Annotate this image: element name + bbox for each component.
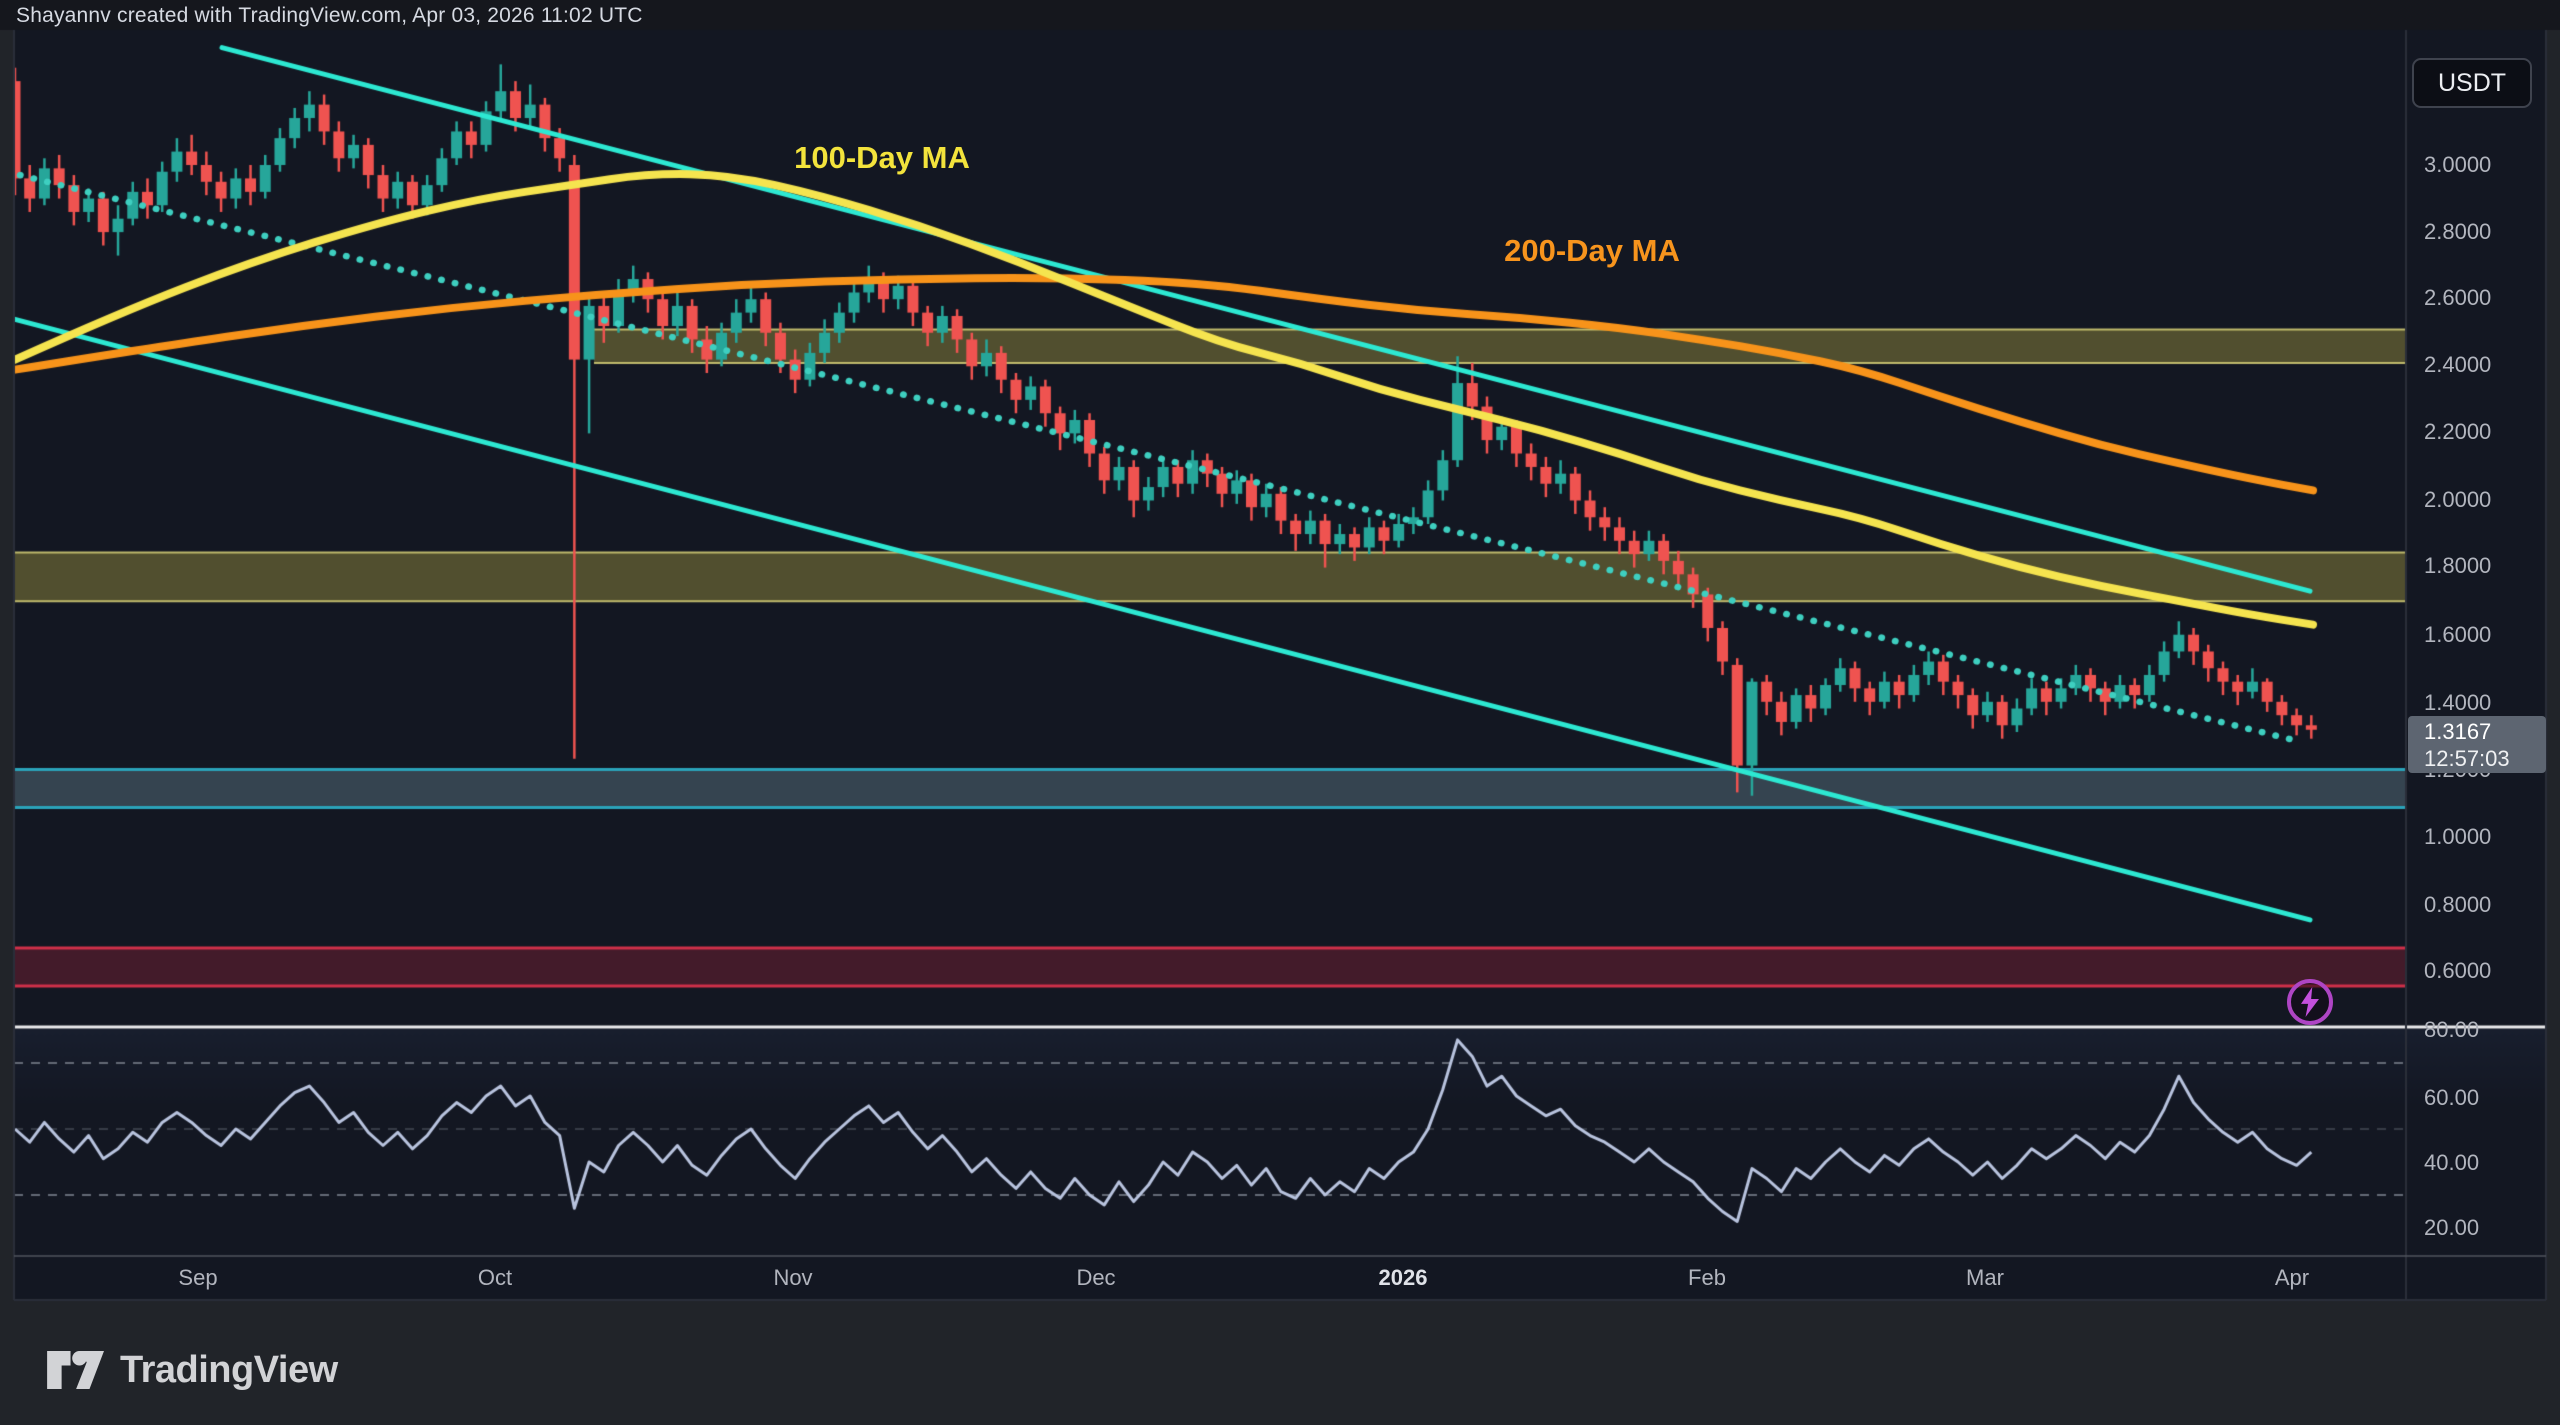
tradingview-chart-window: Shayannv created with TradingView.com, A… <box>0 0 2560 1425</box>
month-tick-label: Dec <box>1076 1265 1115 1291</box>
ma100-annotation: 100-Day MA <box>794 140 970 176</box>
price-tick-label: 1.4000 <box>2424 690 2491 716</box>
price-tick-label: 0.6000 <box>2424 958 2491 984</box>
instant-trading-button[interactable] <box>2287 979 2333 1025</box>
price-tick-label: 2.6000 <box>2424 285 2491 311</box>
price-tick-label: 2.4000 <box>2424 352 2491 378</box>
symbol-currency-label: USDT <box>2438 69 2506 98</box>
price-tick-label: 2.2000 <box>2424 419 2491 445</box>
time-axis[interactable]: Sep Oct Nov Dec 2026 Feb Mar Apr <box>14 1256 2406 1300</box>
last-price-countdown: 12:57:03 <box>2424 745 2546 772</box>
price-tick-label: 2.8000 <box>2424 219 2491 245</box>
chart-credit-text: Shayannv created with TradingView.com, A… <box>16 4 643 28</box>
ma200-annotation: 200-Day MA <box>1504 233 1680 269</box>
rsi-tick-label: 40.00 <box>2424 1150 2479 1176</box>
price-tick-label: 1.6000 <box>2424 622 2491 648</box>
last-price-tag: 1.3167 12:57:03 <box>2408 716 2546 773</box>
month-tick-label: Oct <box>478 1265 512 1291</box>
price-tick-label: 0.8000 <box>2424 892 2491 918</box>
rsi-tick-label: 60.00 <box>2424 1085 2479 1111</box>
price-tick-label: 1.0000 <box>2424 824 2491 850</box>
price-chart-canvas[interactable] <box>0 0 2560 1425</box>
rsi-tick-label: 80.00 <box>2424 1017 2479 1043</box>
price-tick-label: 3.0000 <box>2424 152 2491 178</box>
last-price-value: 1.3167 <box>2424 718 2546 745</box>
month-tick-label: Feb <box>1688 1265 1726 1291</box>
month-tick-label: Sep <box>178 1265 217 1291</box>
month-tick-label: Mar <box>1966 1265 2004 1291</box>
month-tick-label: Apr <box>2275 1265 2309 1291</box>
price-tick-label: 2.0000 <box>2424 487 2491 513</box>
tradingview-logo: TradingView <box>46 1348 338 1392</box>
rsi-tick-label: 20.00 <box>2424 1215 2479 1241</box>
price-tick-label: 1.8000 <box>2424 553 2491 579</box>
tradingview-logo-text: TradingView <box>120 1349 338 1392</box>
lightning-bolt-icon <box>2298 987 2322 1017</box>
tradingview-logo-icon <box>46 1348 104 1392</box>
symbol-currency-button[interactable]: USDT <box>2412 58 2532 108</box>
price-axis[interactable]: 3.0000 2.8000 2.6000 2.4000 2.2000 2.0000 1.80… <box>2406 30 2546 1300</box>
month-tick-label: 2026 <box>1379 1265 1428 1291</box>
month-tick-label: Nov <box>773 1265 812 1291</box>
